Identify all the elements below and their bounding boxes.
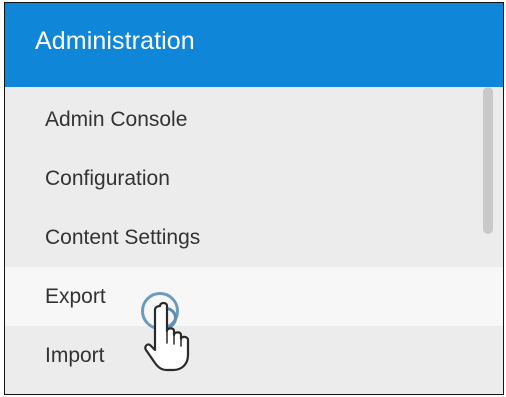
administration-panel: Administration Admin Console Configurati… <box>4 2 504 395</box>
panel-header: Administration <box>5 3 503 87</box>
menu-item-label: Export <box>45 284 106 308</box>
menu-item-content-settings[interactable]: Content Settings <box>5 208 503 267</box>
menu-item-label: Import <box>45 343 105 367</box>
menu-item-import[interactable]: Import <box>5 326 503 385</box>
menu-item-label: Content Settings <box>45 225 201 249</box>
admin-menu-list[interactable]: Admin Console Configuration Content Sett… <box>5 87 503 394</box>
menu-item-export[interactable]: Export <box>5 267 503 326</box>
menu-item-label: Admin Console <box>45 107 188 131</box>
panel-title: Administration <box>35 27 195 55</box>
scrollbar-thumb[interactable] <box>483 87 493 234</box>
menu-item-configuration[interactable]: Configuration <box>5 149 503 208</box>
menu-item-admin-console[interactable]: Admin Console <box>5 90 503 149</box>
menu-item-label: Configuration <box>45 166 170 190</box>
